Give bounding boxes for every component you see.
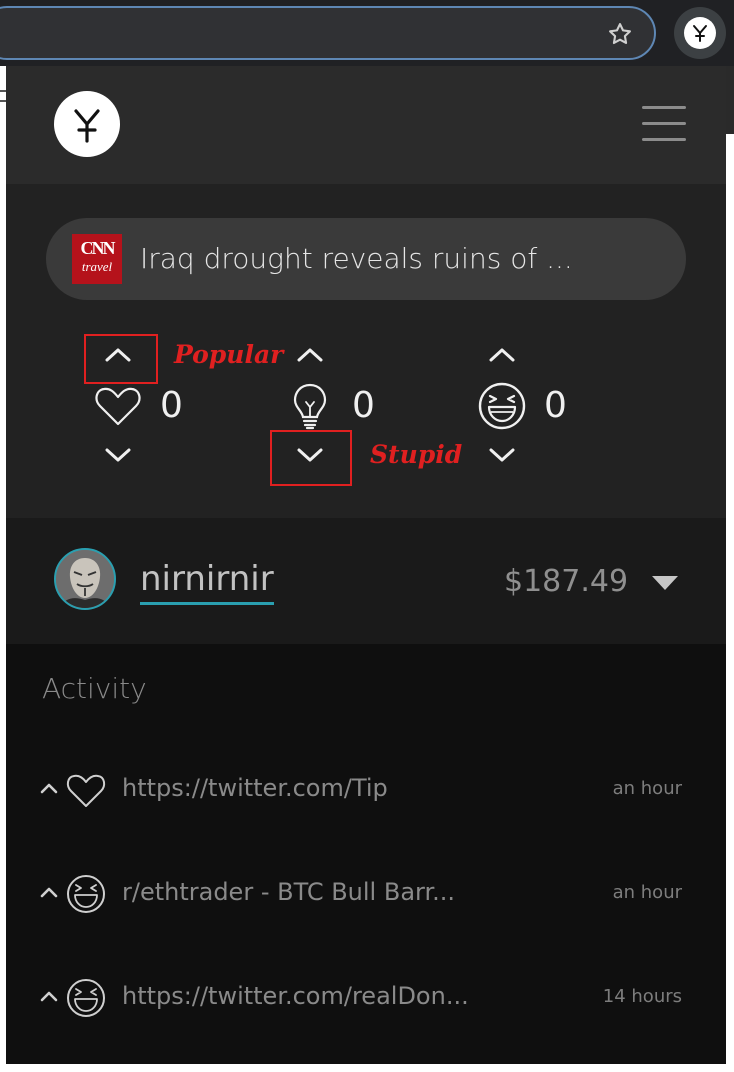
- laughing-face-icon: [67, 875, 105, 913]
- annotation-stupid-box: [270, 430, 352, 486]
- wallet-balance: $187.49: [504, 564, 629, 599]
- heart-icon: [66, 774, 106, 807]
- activity-time: 14 hours: [602, 986, 682, 1007]
- avatar[interactable]: [54, 548, 116, 610]
- article-card[interactable]: CNN travel Iraq drought reveals ruins of…: [46, 218, 686, 300]
- downvote-heart-button[interactable]: [96, 440, 140, 470]
- address-bar[interactable]: [0, 6, 656, 60]
- bookmark-star-icon[interactable]: [606, 20, 634, 48]
- cnn-travel-logo: CNN travel: [72, 234, 122, 284]
- user-section: nirnirnir $187.49: [6, 518, 726, 644]
- browser-toolbar: [0, 0, 734, 66]
- laughing-face-icon: [478, 382, 526, 430]
- lightbulb-count: 0: [352, 385, 375, 426]
- heart-count: 0: [160, 385, 183, 426]
- extension-button[interactable]: [674, 7, 726, 59]
- activity-link[interactable]: r/ethtrader - BTC Bull Barr...: [122, 874, 572, 910]
- logo-text: CNN: [80, 238, 116, 258]
- article-section: CNN travel Iraq drought reveals ruins of…: [6, 184, 726, 518]
- activity-time: an hour: [612, 778, 682, 799]
- activity-item[interactable]: r/ethtrader - BTC Bull Barr... an hour: [6, 868, 726, 920]
- yope-logo-icon[interactable]: [54, 91, 120, 157]
- chevron-up-icon[interactable]: [38, 776, 60, 800]
- lightbulb-icon: [293, 383, 327, 430]
- upvote-laughing-button[interactable]: [480, 340, 524, 370]
- heart-icon: [95, 387, 141, 426]
- activity-heading: Activity: [42, 672, 147, 705]
- popup-header: [6, 66, 726, 184]
- activity-item[interactable]: https://twitter.com/Tip an hour: [6, 764, 726, 816]
- background-page-right: [726, 66, 734, 1072]
- activity-link[interactable]: https://twitter.com/realDon...: [122, 978, 572, 1014]
- downvote-laughing-button[interactable]: [480, 440, 524, 470]
- chevron-up-icon: [489, 348, 515, 362]
- upvote-lightbulb-button[interactable]: [288, 340, 332, 370]
- caret-down-icon[interactable]: [650, 574, 680, 592]
- logo-subtext: travel: [81, 259, 113, 274]
- article-title: Iraq drought reveals ruins of ...: [140, 242, 573, 275]
- background-toolbar-edge: [726, 66, 734, 134]
- laughing-count: 0: [544, 385, 567, 426]
- laughing-face-icon: [67, 979, 105, 1017]
- chevron-down-icon: [489, 448, 515, 462]
- extension-popup: CNN travel Iraq drought reveals ruins of…: [6, 66, 726, 1064]
- annotation-popular-label: Popular: [174, 340, 284, 369]
- hamburger-menu-icon[interactable]: [642, 106, 686, 142]
- username-link[interactable]: nirnirnir: [140, 556, 274, 605]
- reaction-laughing: 0: [478, 340, 640, 480]
- mask-avatar-image: [56, 550, 114, 608]
- annotation-stupid-label: Stupid: [370, 440, 463, 469]
- activity-item[interactable]: https://twitter.com/realDon... 14 hours: [6, 972, 726, 1024]
- chevron-down-icon: [105, 448, 131, 462]
- annotation-popular-box: [84, 334, 158, 384]
- chevron-up-icon: [297, 348, 323, 362]
- chevron-up-icon[interactable]: [38, 984, 60, 1008]
- chevron-up-icon[interactable]: [38, 880, 60, 904]
- yope-logo-icon: [684, 17, 716, 49]
- activity-link[interactable]: https://twitter.com/Tip: [122, 770, 572, 806]
- activity-time: an hour: [612, 882, 682, 903]
